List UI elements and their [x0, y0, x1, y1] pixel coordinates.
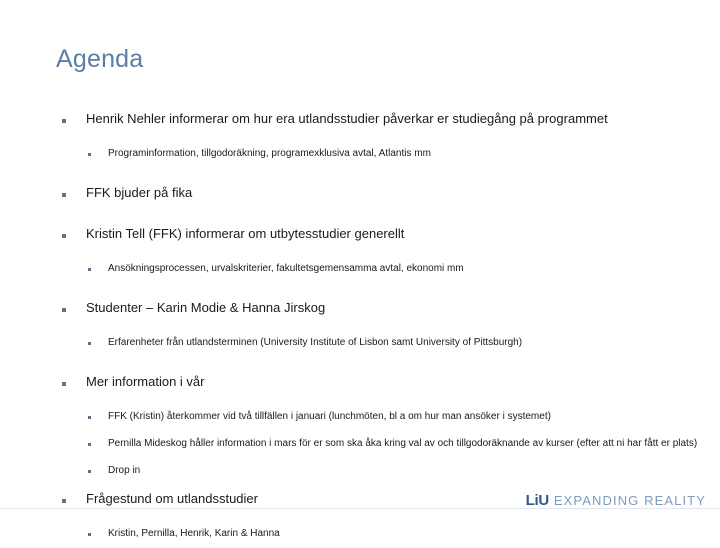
bullet-square-icon	[88, 470, 91, 473]
sub-list-item-label: Programinformation, tillgodoräkning, pro…	[108, 148, 431, 159]
sub-list-item-label: FFK (Kristin) återkommer vid två tillfäl…	[108, 411, 551, 422]
sub-list-item: Pernilla Mideskog håller information i m…	[52, 436, 712, 458]
list-item-label: FFK bjuder på fika	[86, 185, 193, 200]
sub-list-item: FFK (Kristin) återkommer vid två tillfäl…	[52, 409, 712, 431]
bullet-square-icon	[62, 193, 66, 197]
bullet-square-icon	[62, 234, 66, 238]
list-item: Mer information i vår	[52, 373, 712, 401]
page-title: Agenda	[56, 45, 144, 73]
list-item: Studenter – Karin Modie & Hanna Jirskog	[52, 299, 712, 327]
sub-list-item-label: Ansökningsprocessen, urvalskriterier, fa…	[108, 263, 464, 274]
sub-list-item-label: Drop in	[108, 465, 141, 476]
bullet-square-icon	[62, 382, 66, 386]
list-item: Kristin Tell (FFK) informerar om utbytes…	[52, 225, 712, 253]
bullet-square-icon	[88, 342, 91, 345]
bullet-square-icon	[62, 499, 66, 503]
sub-list-item: Kristin, Pernilla, Henrik, Karin & Hanna	[52, 526, 712, 548]
sub-list-item-label: Pernilla Mideskog håller information i m…	[108, 438, 698, 449]
bullet-square-icon	[62, 308, 66, 312]
list-item: Henrik Nehler informerar om hur era utla…	[52, 110, 712, 138]
list-item-label: Mer information i vår	[86, 374, 205, 389]
sub-list-item: Programinformation, tillgodoräkning, pro…	[52, 146, 712, 168]
sub-list-item: Ansökningsprocessen, urvalskriterier, fa…	[52, 261, 712, 283]
sub-list-item-label: Erfarenheter från utlandsterminen (Unive…	[108, 337, 523, 348]
liu-logo: LiU EXPANDING REALITY	[526, 492, 706, 509]
bullet-square-icon	[88, 443, 91, 446]
bullet-square-icon	[88, 153, 91, 156]
bullet-square-icon	[88, 416, 91, 419]
sub-list-item: Drop in	[52, 463, 712, 485]
slide-canvas: Agenda Henrik Nehler informerar om hur e…	[0, 0, 720, 540]
bullet-square-icon	[88, 268, 91, 271]
liu-logo-mark: LiU	[525, 492, 550, 509]
list-item-label: Henrik Nehler informerar om hur era utla…	[86, 111, 608, 126]
bullet-square-icon	[88, 533, 91, 536]
agenda-list: Henrik Nehler informerar om hur era utla…	[52, 110, 712, 548]
sub-list-item: Erfarenheter från utlandsterminen (Unive…	[52, 335, 712, 357]
liu-logo-tagline: EXPANDING REALITY	[553, 493, 706, 508]
list-item-label: Kristin Tell (FFK) informerar om utbytes…	[86, 226, 405, 241]
list-item: FFK bjuder på fika	[52, 184, 712, 212]
list-item-label: Studenter – Karin Modie & Hanna Jirskog	[86, 300, 326, 315]
bullet-square-icon	[62, 119, 66, 123]
